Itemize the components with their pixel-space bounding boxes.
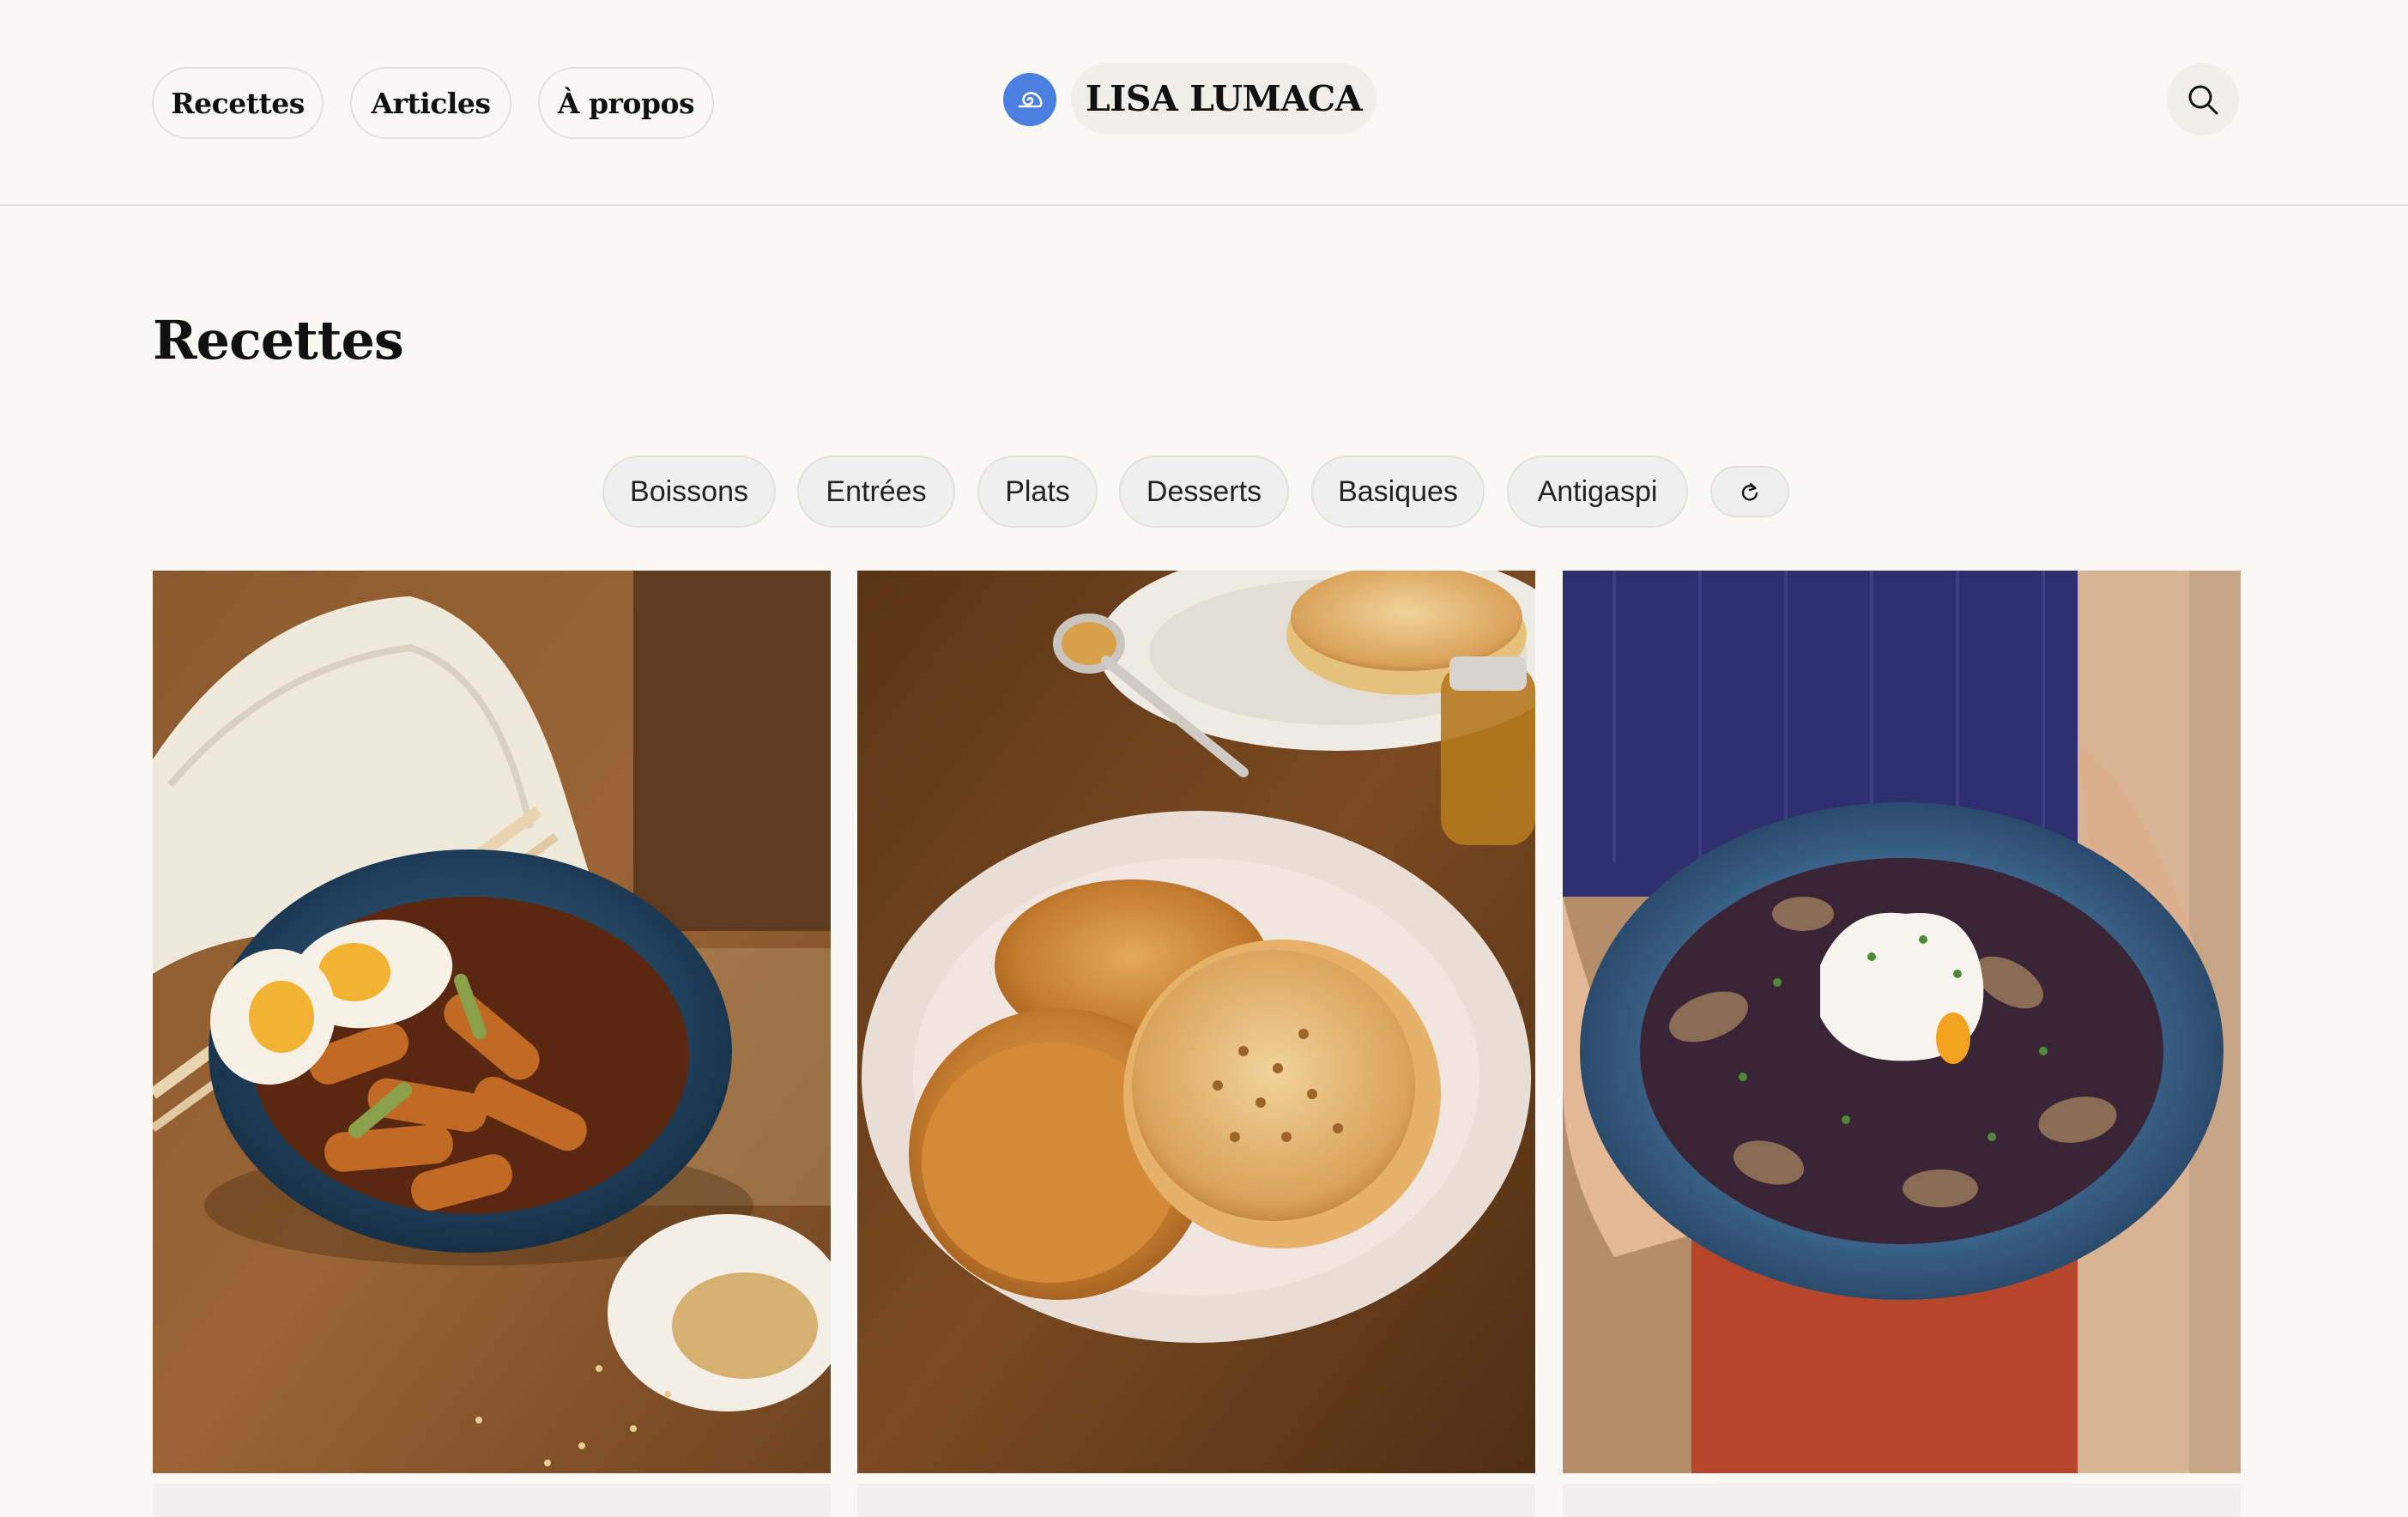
filter-desserts[interactable]: Desserts	[1119, 456, 1289, 528]
search-button[interactable]	[2167, 63, 2239, 136]
filter-antigaspi[interactable]: Antigaspi	[1507, 456, 1688, 528]
recipe-image	[153, 571, 831, 1473]
recipe-image	[1563, 571, 2241, 1473]
page-title: Recettes	[153, 309, 404, 372]
recipe-image	[857, 571, 1535, 1473]
category-filters: Boissons Entrées Plats Desserts Basiques…	[0, 456, 2408, 528]
search-icon	[2185, 82, 2221, 118]
filter-plats[interactable]: Plats	[977, 456, 1098, 528]
recipe-card[interactable]	[153, 571, 831, 1517]
recipe-card-footer	[153, 1484, 831, 1517]
reset-filters-button[interactable]	[1710, 466, 1789, 517]
reset-icon	[1739, 480, 1761, 503]
recipe-card-footer	[857, 1484, 1535, 1517]
recipe-card[interactable]	[1563, 571, 2241, 1517]
recipe-card[interactable]	[857, 571, 1535, 1517]
nav-recettes-link[interactable]: Recettes	[152, 67, 324, 139]
brand-name-link[interactable]: LISA LUMACA	[1071, 63, 1376, 134]
site-header: Recettes Articles À propos LISA LUMACA	[0, 0, 2408, 206]
recipe-card-footer	[1563, 1484, 2241, 1517]
filter-entrees[interactable]: Entrées	[797, 456, 955, 528]
filter-boissons[interactable]: Boissons	[602, 456, 776, 528]
snail-spiral-icon[interactable]	[1003, 73, 1056, 126]
filter-basiques[interactable]: Basiques	[1311, 456, 1485, 528]
nav-a-propos-link[interactable]: À propos	[538, 67, 714, 139]
nav-articles-link[interactable]: Articles	[350, 67, 511, 139]
